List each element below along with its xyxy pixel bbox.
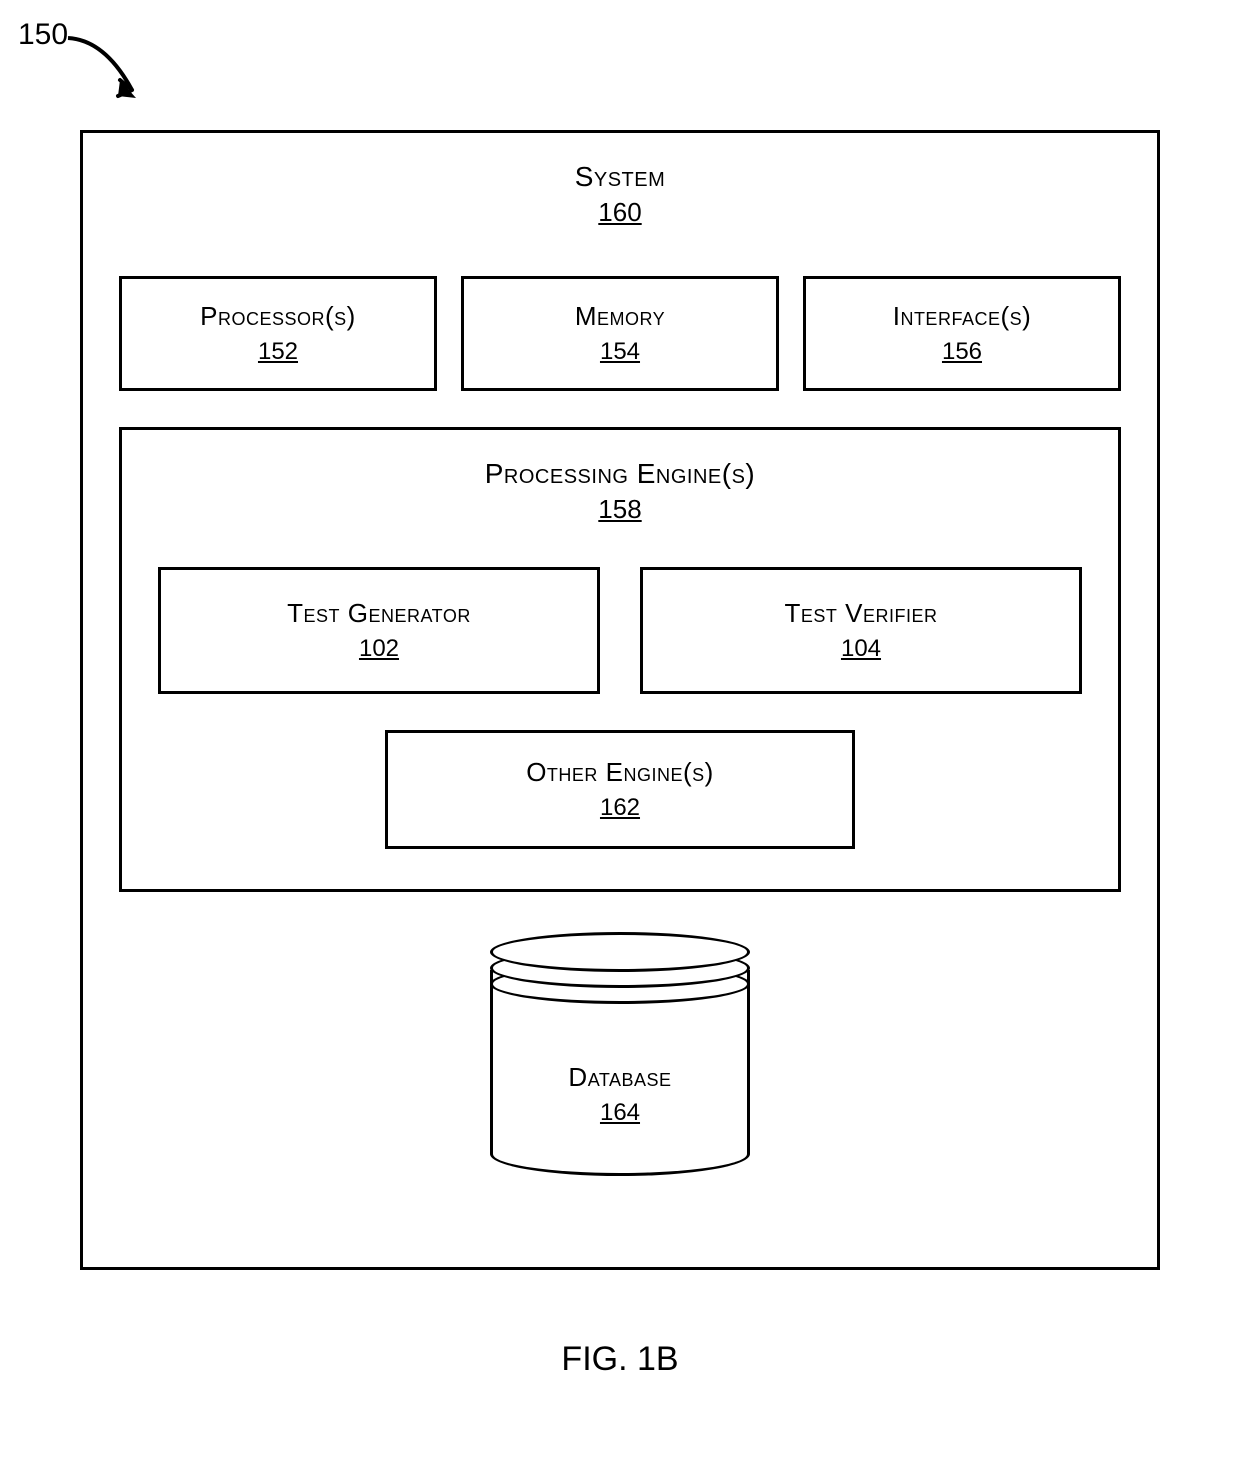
database-text: Database 164 — [490, 1062, 750, 1127]
interface-box: Interface(s) 156 — [803, 276, 1121, 391]
engines-num: 158 — [158, 494, 1082, 525]
processor-box: Processor(s) 152 — [119, 276, 437, 391]
memory-box: Memory 154 — [461, 276, 779, 391]
interface-num: 156 — [816, 338, 1108, 366]
system-label: System — [119, 161, 1121, 193]
figure-caption: FIG. 1B — [0, 1340, 1240, 1379]
database-label: Database — [490, 1062, 750, 1093]
arrow-icon — [60, 30, 160, 120]
other-engines-row: Other Engine(s) 162 — [158, 730, 1082, 849]
processor-label: Processor(s) — [132, 301, 424, 332]
other-engines-label: Other Engine(s) — [398, 757, 842, 788]
test-generator-box: Test Generator 102 — [158, 567, 600, 694]
memory-label: Memory — [474, 301, 766, 332]
test-generator-num: 102 — [171, 635, 587, 663]
processor-num: 152 — [132, 338, 424, 366]
database-num: 164 — [490, 1099, 750, 1127]
database-ring-1 — [490, 932, 750, 972]
engines-title: Processing Engine(s) 158 — [158, 458, 1082, 525]
engines-row: Test Generator 102 Test Verifier 104 — [158, 567, 1082, 694]
test-verifier-label: Test Verifier — [653, 598, 1069, 629]
system-box: System 160 Processor(s) 152 Memory 154 I… — [80, 130, 1160, 1270]
engines-label: Processing Engine(s) — [158, 458, 1082, 490]
test-verifier-num: 104 — [653, 635, 1069, 663]
database-icon: Database 164 — [490, 932, 750, 1192]
top-row: Processor(s) 152 Memory 154 Interface(s)… — [119, 276, 1121, 391]
processing-engines-box: Processing Engine(s) 158 Test Generator … — [119, 427, 1121, 892]
other-engines-num: 162 — [398, 794, 842, 822]
system-num: 160 — [119, 197, 1121, 228]
system-title: System 160 — [119, 161, 1121, 228]
test-generator-label: Test Generator — [171, 598, 587, 629]
other-engines-box: Other Engine(s) 162 — [385, 730, 855, 849]
database-wrap: Database 164 — [119, 932, 1121, 1192]
interface-label: Interface(s) — [816, 301, 1108, 332]
memory-num: 154 — [474, 338, 766, 366]
test-verifier-box: Test Verifier 104 — [640, 567, 1082, 694]
